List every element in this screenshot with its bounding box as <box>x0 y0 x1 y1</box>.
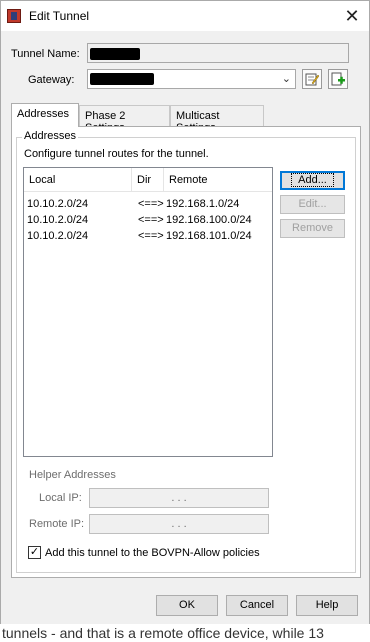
list-item[interactable]: 10.10.2.0/24 <==> 192.168.100.0/24 <box>24 212 272 228</box>
gateway-select[interactable]: ⌄ <box>87 69 296 89</box>
edit-gateway-button[interactable] <box>302 69 322 89</box>
row-local: 10.10.2.0/24 <box>27 214 89 226</box>
app-icon <box>7 9 21 23</box>
window-title: Edit Tunnel <box>29 9 90 23</box>
local-ip-label: Local IP: <box>39 492 82 504</box>
local-ip-input[interactable]: . . . <box>89 488 269 508</box>
column-header-dir[interactable]: Dir <box>132 168 164 192</box>
title-bar: Edit Tunnel ✕ <box>1 1 369 31</box>
remove-route-button[interactable]: Remove <box>280 219 345 238</box>
row-dir: <==> <box>138 214 164 226</box>
add-route-button[interactable]: Add... <box>280 171 345 190</box>
list-item[interactable]: 10.10.2.0/24 <==> 192.168.101.0/24 <box>24 228 272 244</box>
tab-phase2-settings[interactable]: Phase 2 Settings <box>79 105 170 134</box>
edit-gateway-icon <box>305 73 319 86</box>
edit-tunnel-dialog: Edit Tunnel ✕ Tunnel Name: Gateway: ⌄ Ad… <box>0 0 370 628</box>
row-remote: 192.168.100.0/24 <box>166 214 252 226</box>
helper-addresses-title: Helper Addresses <box>29 469 116 481</box>
gateway-label: Gateway: <box>28 74 75 86</box>
tab-addresses[interactable]: Addresses <box>11 103 79 127</box>
bovpn-allow-checkbox[interactable]: ✓ <box>28 546 41 559</box>
cancel-button[interactable]: Cancel <box>226 595 288 616</box>
chevron-down-icon: ⌄ <box>281 73 291 85</box>
tab-multicast-settings[interactable]: Multicast Settings <box>170 105 264 134</box>
remote-ip-input[interactable]: . . . <box>89 514 269 534</box>
bovpn-allow-label: Add this tunnel to the BOVPN-Allow polic… <box>45 547 260 559</box>
column-header-remote[interactable]: Remote <box>164 168 272 192</box>
row-remote: 192.168.1.0/24 <box>166 198 240 210</box>
close-icon[interactable]: ✕ <box>341 5 363 27</box>
tunnel-routes-list[interactable]: Local Dir Remote 10.10.2.0/24 <==> 192.1… <box>23 167 273 457</box>
tunnel-name-label: Tunnel Name: <box>11 48 80 60</box>
help-button[interactable]: Help <box>296 595 358 616</box>
redacted-tunnel-name <box>90 48 140 60</box>
addresses-group-label: Addresses <box>22 130 78 142</box>
add-route-label: Add... <box>291 173 334 187</box>
redacted-gateway <box>90 73 154 85</box>
row-local: 10.10.2.0/24 <box>27 230 89 242</box>
column-header-local[interactable]: Local <box>24 168 132 192</box>
tab-addresses-label: Addresses <box>17 108 69 120</box>
add-gateway-button[interactable] <box>328 69 348 89</box>
ok-button[interactable]: OK <box>156 595 218 616</box>
background-page-text: tunnels - and that is a remote office de… <box>0 624 370 642</box>
add-gateway-icon <box>331 72 345 86</box>
row-dir: <==> <box>138 230 164 242</box>
row-remote: 192.168.101.0/24 <box>166 230 252 242</box>
remote-ip-label: Remote IP: <box>29 518 85 530</box>
check-icon: ✓ <box>29 546 40 558</box>
row-local: 10.10.2.0/24 <box>27 198 89 210</box>
row-dir: <==> <box>138 198 164 210</box>
list-header: Local Dir Remote <box>24 168 272 192</box>
edit-route-button[interactable]: Edit... <box>280 195 345 214</box>
list-item[interactable]: 10.10.2.0/24 <==> 192.168.1.0/24 <box>24 196 272 212</box>
tunnel-name-input[interactable] <box>87 43 349 63</box>
addresses-description: Configure tunnel routes for the tunnel. <box>24 148 209 160</box>
